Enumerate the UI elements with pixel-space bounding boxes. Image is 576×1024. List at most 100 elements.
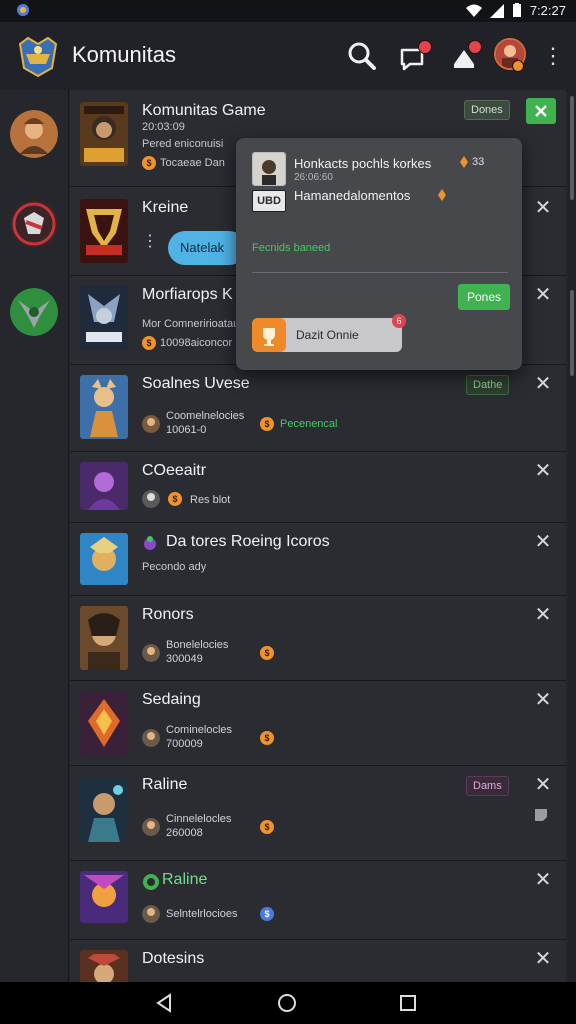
- member-info: Cinnelelocles 260008: [166, 813, 232, 839]
- coin-icon: $: [260, 646, 274, 660]
- rail-community-2[interactable]: [10, 200, 58, 248]
- dismiss-button[interactable]: ✕: [532, 373, 554, 395]
- dismiss-button[interactable]: ✕: [532, 774, 554, 796]
- row-subtitle: 20:03:09: [142, 121, 185, 133]
- row-title: Raline: [142, 776, 188, 793]
- dismiss-button[interactable]: ✕: [532, 604, 554, 626]
- game-thumbnail: [80, 462, 128, 510]
- dismiss-button[interactable]: ✕: [532, 284, 554, 306]
- game-thumbnail: [80, 199, 128, 263]
- app-logo[interactable]: [16, 34, 60, 78]
- action-icon-box: [252, 318, 286, 352]
- scrollbar[interactable]: [570, 96, 574, 200]
- messages-button[interactable]: [398, 40, 432, 72]
- coin-icon: $: [142, 336, 156, 350]
- list-item[interactable]: Raline Selntelrlocioes $ ✕: [70, 861, 566, 940]
- dismiss-button[interactable]: ✕: [532, 460, 554, 482]
- coin-icon: $: [260, 820, 274, 834]
- game-thumbnail: [80, 286, 128, 350]
- status-badge: Dathe: [466, 375, 510, 395]
- list-item[interactable]: Ronors Bonelelocies 300049 $ ✕: [70, 596, 566, 681]
- action-pill[interactable]: Natelak: [168, 231, 246, 265]
- popup-status: Fecnids baneed: [252, 242, 331, 254]
- dismiss-button[interactable]: ✕: [532, 531, 554, 553]
- scrollbar-secondary[interactable]: [570, 290, 574, 376]
- list-item[interactable]: Da tores Roeing Icoros Pecondo ady ✕: [70, 523, 566, 596]
- dismiss-button[interactable]: ✕: [532, 869, 554, 891]
- fire-icon: [460, 156, 468, 168]
- popup-divider: [252, 272, 508, 273]
- sticker-icon: [535, 809, 547, 821]
- back-icon[interactable]: [150, 990, 178, 1016]
- row-title: COeeaitr: [142, 462, 207, 479]
- shield-icon: [10, 200, 58, 248]
- row-title: Raline: [162, 871, 208, 888]
- list-item[interactable]: Sedaing Cominelocles 700009 $ ✕: [70, 681, 566, 766]
- row-title: Komunitas Game: [142, 102, 266, 119]
- member-avatar: [142, 644, 160, 662]
- list-item[interactable]: Soalnes Uvese Coomelnelocies 10061-0 $ Pe…: [70, 365, 566, 452]
- popup-confirm-button[interactable]: Pones: [458, 284, 510, 310]
- game-thumbnail: [80, 871, 128, 923]
- member-avatar: [142, 905, 160, 923]
- game-thumbnail: [80, 778, 128, 842]
- popup-action-badge: 6: [392, 314, 406, 328]
- game-thumbnail: [80, 691, 128, 755]
- popup-title: Honkacts pochls korkes: [294, 156, 432, 171]
- row-title: Dotesins: [142, 950, 205, 967]
- battery-icon: [512, 3, 521, 17]
- list-item[interactable]: Dotesins ✕: [70, 940, 566, 982]
- game-thumbnail: [80, 533, 128, 585]
- list-item[interactable]: Raline Cinnelelocles 260008 $ Dams ✕: [70, 766, 566, 861]
- row-title: Sedaing: [142, 691, 201, 708]
- member-avatar: [142, 490, 160, 508]
- notifications-button[interactable]: [448, 40, 482, 72]
- member-info: Coomelnelocies 10061-0: [166, 410, 245, 436]
- potion-icon: [144, 536, 156, 550]
- notifications-badge: [468, 40, 482, 54]
- more-options-icon[interactable]: ⋮: [142, 231, 158, 251]
- rail-community-3[interactable]: [10, 288, 58, 336]
- dismiss-button[interactable]: ✕: [532, 197, 554, 219]
- game-thumbnail: [80, 102, 128, 166]
- more-options-icon[interactable]: ⋮: [542, 42, 564, 70]
- member-avatar: [142, 729, 160, 747]
- popup-action-label: Dazit Onnie: [296, 328, 359, 342]
- app-title: Komunitas: [72, 42, 176, 67]
- row-meta: Tocaeae Dan: [160, 157, 225, 169]
- row-title: Kreine: [142, 199, 189, 216]
- recents-icon[interactable]: [394, 990, 422, 1016]
- status-badge: Dones: [464, 100, 510, 120]
- community-rail: [0, 90, 69, 982]
- status-badge: Dams: [466, 776, 509, 796]
- row-meta: 10098aiconcor: [160, 337, 233, 349]
- emblem-icon: [10, 288, 58, 336]
- search-icon[interactable]: [346, 40, 378, 72]
- notification-icon: [17, 4, 29, 16]
- signal-icon: [489, 3, 504, 18]
- popup-confirm-label: Pones: [467, 290, 502, 304]
- member-info: Cominelocles 700009: [166, 724, 233, 750]
- community-avatar-icon: [10, 110, 58, 158]
- confirm-button[interactable]: [526, 98, 556, 124]
- online-icon: [143, 874, 159, 890]
- dismiss-button[interactable]: ✕: [532, 948, 554, 970]
- coin-icon: $: [168, 492, 182, 506]
- coin-icon: $: [260, 417, 274, 431]
- home-icon[interactable]: [273, 990, 301, 1016]
- row-description: Mor Comneririoatau: [142, 318, 240, 330]
- status-text: Pecenencal: [280, 418, 338, 430]
- popup-action-button[interactable]: Dazit Onnie: [252, 318, 402, 352]
- dismiss-button[interactable]: ✕: [532, 689, 554, 711]
- list-item[interactable]: COeeaitr $ Res blot ✕: [70, 452, 566, 523]
- rail-community-1[interactable]: [10, 110, 58, 158]
- wifi-icon: [465, 4, 482, 17]
- row-description: Pered eniconuisi: [142, 138, 224, 150]
- coin-icon: $: [142, 156, 156, 170]
- row-title: Morfiarops K: [142, 286, 233, 303]
- popup-avatar: [252, 152, 286, 186]
- popup-badge: UBD: [252, 190, 286, 212]
- fire-icon: [438, 189, 446, 201]
- member-info: Selntelrlocioes: [166, 908, 238, 920]
- game-thumbnail: [80, 950, 128, 982]
